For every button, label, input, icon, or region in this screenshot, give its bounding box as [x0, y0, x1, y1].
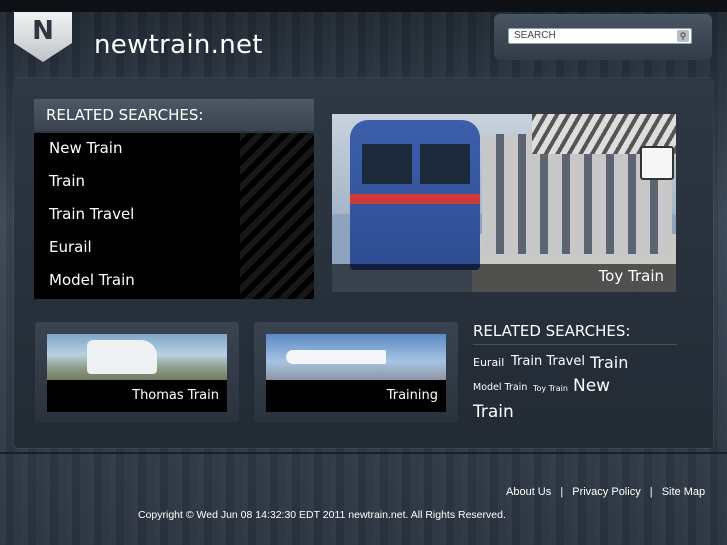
footer-link-privacy-policy[interactable]: Privacy Policy — [572, 486, 640, 498]
cloud-link-model-train[interactable]: Model Train — [473, 382, 527, 393]
cloud-link-toy-train[interactable]: Toy Train — [533, 384, 568, 393]
chevron-pattern — [240, 133, 314, 299]
cloud-link-new[interactable]: New — [573, 376, 610, 396]
thumb-caption[interactable]: Training — [387, 388, 438, 403]
footer-link-about-us[interactable]: About Us — [506, 486, 551, 498]
footer-divider — [0, 452, 727, 454]
top-bar — [0, 0, 727, 12]
copyright-text: Copyright © Wed Jun 08 14:32:30 EDT 2011… — [138, 509, 506, 521]
airplane-photo — [266, 334, 446, 380]
related-searches-list: New Train Train Train Travel Eurail Mode… — [34, 133, 314, 299]
cloud-link-train[interactable]: Train — [590, 353, 628, 372]
thumb-card-thomas-train[interactable]: Thomas Train — [35, 322, 239, 422]
related-link-train-travel[interactable]: Train Travel — [49, 205, 134, 223]
logo-letter: N — [32, 16, 54, 46]
cloud-link-eurail[interactable]: Eurail — [473, 356, 504, 369]
footer-link-site-map[interactable]: Site Map — [662, 486, 705, 498]
related-link-model-train[interactable]: Model Train — [49, 271, 135, 289]
related-searches-cloud-header: RELATED SEARCHES: — [473, 322, 631, 340]
search-input[interactable]: SEARCH — [508, 28, 692, 44]
related-link-new-train[interactable]: New Train — [49, 139, 122, 157]
footer-separator: | — [560, 486, 564, 498]
related-searches-header: RELATED SEARCHES: — [34, 99, 314, 131]
search-icon[interactable]: ⚲ — [677, 30, 689, 42]
station-clock-icon — [640, 146, 674, 180]
related-link-train[interactable]: Train — [49, 172, 85, 190]
cloud-link-train-travel[interactable]: Train Travel — [511, 354, 585, 369]
site-title[interactable]: newtrain.net — [94, 30, 263, 60]
hero-caption[interactable]: Toy Train — [599, 267, 664, 285]
cloud-link-train-2[interactable]: Train — [473, 402, 514, 422]
thumb-caption[interactable]: Thomas Train — [132, 388, 219, 403]
bus-photo — [47, 334, 227, 380]
footer-links: About Us | Privacy Policy | Site Map — [506, 486, 705, 498]
hero-train-image[interactable]: Toy Train — [332, 114, 676, 292]
thumb-card-training[interactable]: Training — [254, 322, 458, 422]
footer-separator: | — [649, 486, 653, 498]
divider — [473, 344, 677, 345]
related-link-eurail[interactable]: Eurail — [49, 238, 92, 256]
